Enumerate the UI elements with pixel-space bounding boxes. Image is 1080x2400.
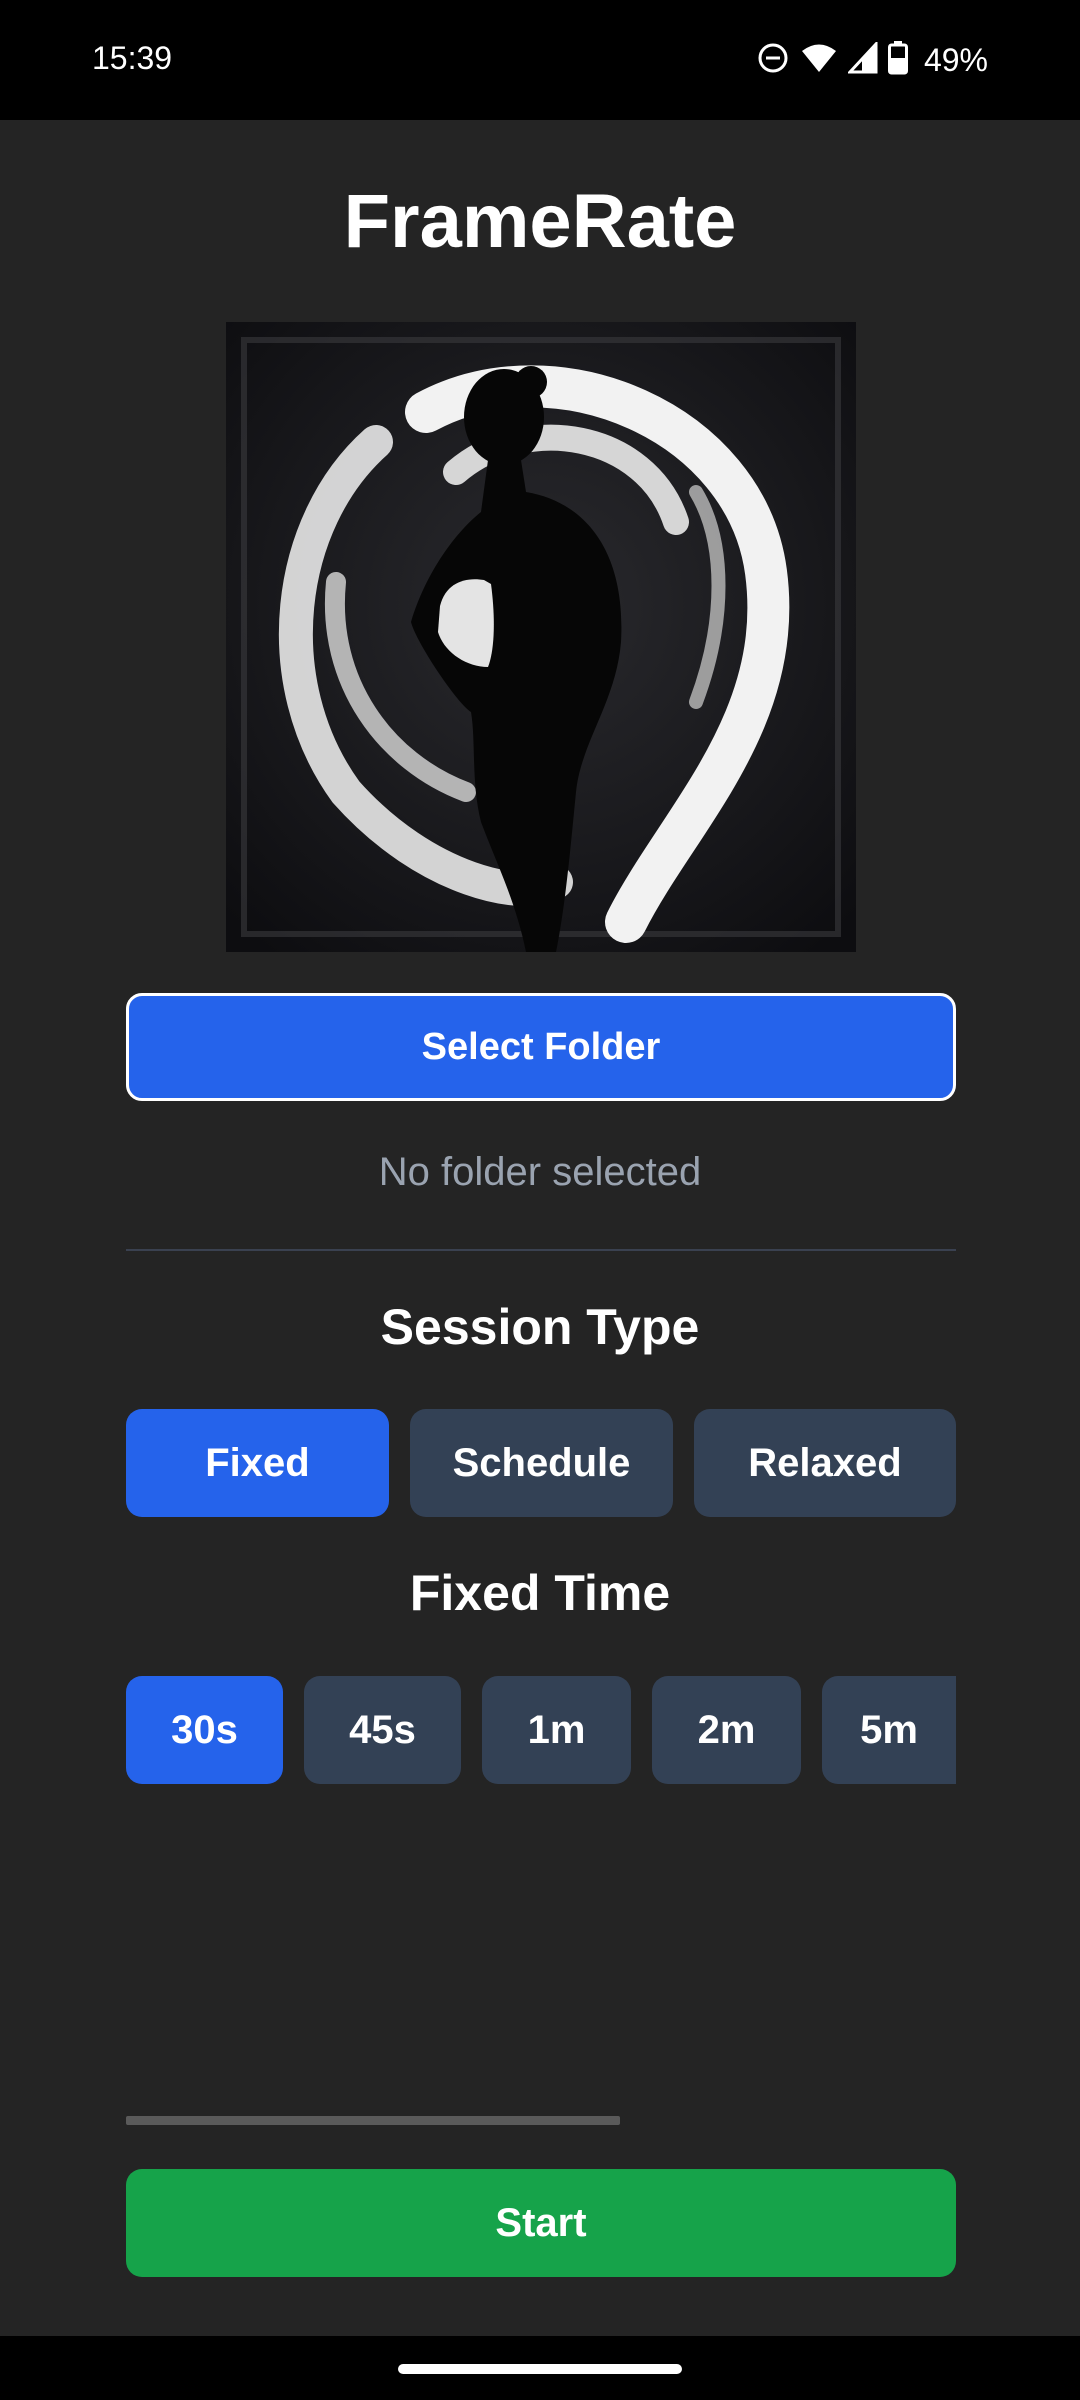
session-type-title: Session Type <box>380 1299 700 1355</box>
horizontal-scroll-indicator <box>126 2116 620 2125</box>
battery-percentage: 49% <box>923 41 988 78</box>
select-folder-button[interactable]: Select Folder <box>126 993 956 1101</box>
time-option-5m[interactable]: 5m <box>822 1676 956 1784</box>
status-icons: 49% <box>756 38 988 82</box>
session-option-fixed[interactable]: Fixed <box>126 1409 389 1517</box>
wifi-icon <box>800 42 838 79</box>
status-bar: 15:39 49% <box>0 0 1080 120</box>
time-option-2m[interactable]: 2m <box>652 1676 801 1784</box>
hero-artwork <box>226 322 856 952</box>
folder-status-text: No folder selected <box>378 1150 702 1194</box>
app-title: FrameRate <box>343 179 737 264</box>
battery-icon <box>887 40 908 80</box>
session-option-relaxed[interactable]: Relaxed <box>694 1409 956 1517</box>
status-time: 15:39 <box>92 40 173 76</box>
time-option-45s[interactable]: 45s <box>304 1676 461 1784</box>
section-divider <box>126 1249 956 1251</box>
start-button[interactable]: Start <box>126 2169 956 2277</box>
time-option-30s[interactable]: 30s <box>126 1676 283 1784</box>
fixed-time-title: Fixed Time <box>409 1565 671 1621</box>
do-not-disturb-icon <box>756 41 790 80</box>
time-option-1m[interactable]: 1m <box>482 1676 631 1784</box>
session-option-schedule[interactable]: Schedule <box>410 1409 673 1517</box>
home-indicator[interactable] <box>398 2364 682 2374</box>
cell-signal-icon <box>846 39 878 79</box>
